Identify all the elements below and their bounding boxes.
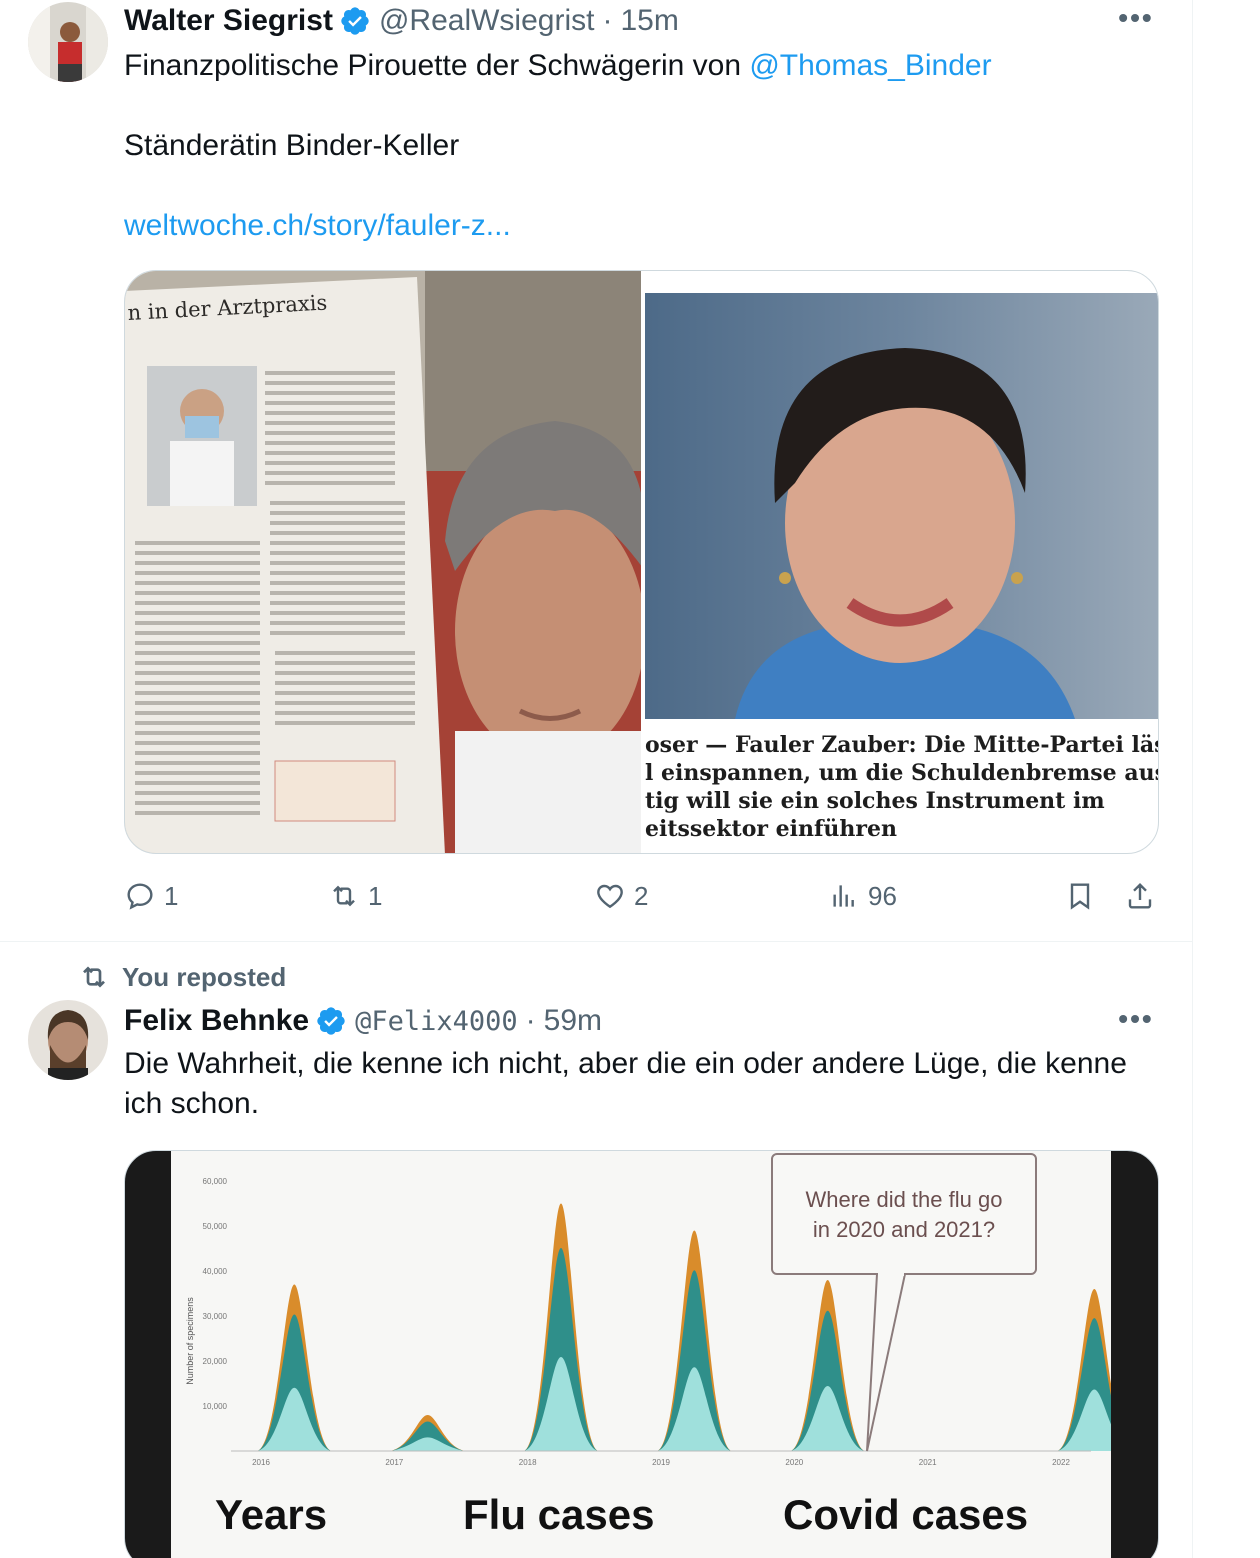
x-tick-label: 2019 <box>652 1458 670 1467</box>
bookmark-button[interactable] <box>1064 880 1104 912</box>
speech-bubble-tail <box>866 1273 907 1452</box>
caption-line: oser — Fauler Zauber: Die Mitte-Partei l… <box>645 732 1159 758</box>
mention-link[interactable]: @Thomas_Binder <box>749 49 991 82</box>
timestamp[interactable]: 59m <box>544 1004 602 1038</box>
area-peak <box>390 1437 465 1451</box>
caption-line: l einspannen, um die Schuldenbremse aus <box>645 760 1159 786</box>
reply-button[interactable]: 1 <box>124 880 178 912</box>
y-axis-label: Number of specimens <box>185 1297 195 1385</box>
verified-badge-icon <box>341 7 369 35</box>
verified-badge-icon <box>317 1007 345 1035</box>
bookmark-icon <box>1070 883 1090 910</box>
y-tick-label: 50,000 <box>203 1222 228 1231</box>
tweet-text: Die Wahrheit, die kenne ich nicht, aber … <box>124 1047 1127 1120</box>
caption-line: tig will sie ein solches Instrument im <box>645 788 1105 814</box>
media-card[interactable]: n in der Arztpraxis oser — Fauler Zauber… <box>124 270 1159 854</box>
author-name[interactable]: Felix Behnke <box>124 1004 309 1038</box>
like-count: 2 <box>634 880 649 911</box>
share-icon <box>1128 882 1152 909</box>
media-card[interactable]: Number of specimens 10,000 20,000 30,000 40… <box>124 1150 1159 1558</box>
x-tick-label: 2020 <box>785 1458 803 1467</box>
bottom-label-flu: Flu cases <box>463 1491 655 1538</box>
views-count: 96 <box>868 880 897 911</box>
avatar[interactable] <box>28 2 108 82</box>
separator: · <box>525 1004 536 1037</box>
y-tick-label: 40,000 <box>203 1267 228 1276</box>
y-tick-label: 20,000 <box>203 1357 228 1366</box>
repost-button[interactable]: 1 <box>328 880 382 912</box>
tweet-text: Finanzpolitische Pirouette der Schwägeri… <box>124 46 1154 86</box>
bottom-label-covid: Covid cases <box>783 1491 1029 1538</box>
repost-icon <box>333 885 355 907</box>
repost-label: You reposted <box>122 961 287 992</box>
x-tick-label: 2018 <box>519 1458 537 1467</box>
x-tick-label: 2017 <box>385 1458 403 1467</box>
x-axis-ticks: 2016 2017 2018 2019 2020 2021 2022 <box>252 1458 1070 1467</box>
action-bar: 1 1 2 96 <box>124 880 1164 920</box>
reply-count: 1 <box>164 880 179 911</box>
url-link[interactable]: weltwoche.ch/story/fauler-z... <box>124 206 511 246</box>
repost-indicator: You reposted <box>78 961 286 993</box>
timestamp[interactable]: 15m <box>620 4 678 38</box>
tweet-text-prefix: Finanzpolitische Pirouette der Schwägeri… <box>124 49 750 82</box>
photo-newspaper[interactable] <box>125 271 641 854</box>
share-button[interactable] <box>1124 880 1164 912</box>
tweet-header: Walter Siegrist @RealWsiegrist · 15m <box>124 4 679 38</box>
x-tick-label: 2016 <box>252 1458 270 1467</box>
tweet-text-line: Ständerätin Binder-Keller <box>124 129 460 162</box>
like-icon <box>597 884 623 909</box>
y-tick-label: 10,000 <box>203 1402 228 1411</box>
speech-bubble-line: Where did the flu go <box>805 1187 1003 1212</box>
timeline-feed: Walter Siegrist @RealWsiegrist · 15m •••… <box>0 0 1192 1558</box>
reply-icon <box>127 883 153 910</box>
author-handle[interactable]: @Felix4000 <box>355 1006 518 1037</box>
avatar[interactable] <box>28 1000 108 1080</box>
x-tick-label: 2022 <box>1052 1458 1070 1467</box>
bottom-label-years: Years <box>215 1491 328 1538</box>
y-tick-label: 30,000 <box>203 1312 228 1321</box>
author-handle[interactable]: @RealWsiegrist <box>379 4 595 38</box>
repost-count: 1 <box>368 880 383 911</box>
chart-image[interactable]: Number of specimens 10,000 20,000 30,000 40… <box>171 1151 1111 1558</box>
caption-line: eitssektor einführen <box>645 816 898 842</box>
column-divider <box>1192 0 1193 1558</box>
like-button[interactable]: 2 <box>594 880 648 912</box>
more-icon[interactable]: ••• <box>1116 4 1156 38</box>
tweet[interactable]: Walter Siegrist @RealWsiegrist · 15m •••… <box>0 0 1192 942</box>
photo-portrait[interactable] <box>645 293 1159 719</box>
speech-bubble-line: in 2020 and 2021? <box>812 1217 996 1242</box>
repost-icon <box>83 966 105 988</box>
views-icon <box>833 885 854 907</box>
y-axis-ticks: 10,000 20,000 30,000 40,000 50,000 60,000 <box>203 1177 228 1411</box>
author-name[interactable]: Walter Siegrist <box>124 4 333 38</box>
separator: · <box>602 4 613 37</box>
tweet-header: Felix Behnke @Felix4000 · 59m <box>124 1004 602 1038</box>
speech-bubble: Where did the flu go in 2020 and 2021? <box>771 1153 1037 1275</box>
y-tick-label: 60,000 <box>203 1177 228 1186</box>
more-icon[interactable]: ••• <box>1116 1005 1156 1039</box>
article-caption: oser — Fauler Zauber: Die Mitte-Partei l… <box>645 731 1159 843</box>
tweet[interactable]: You reposted Felix Behnke @Felix4000 · 5… <box>0 943 1192 1558</box>
views-button[interactable]: 96 <box>828 880 897 912</box>
x-tick-label: 2021 <box>919 1458 937 1467</box>
